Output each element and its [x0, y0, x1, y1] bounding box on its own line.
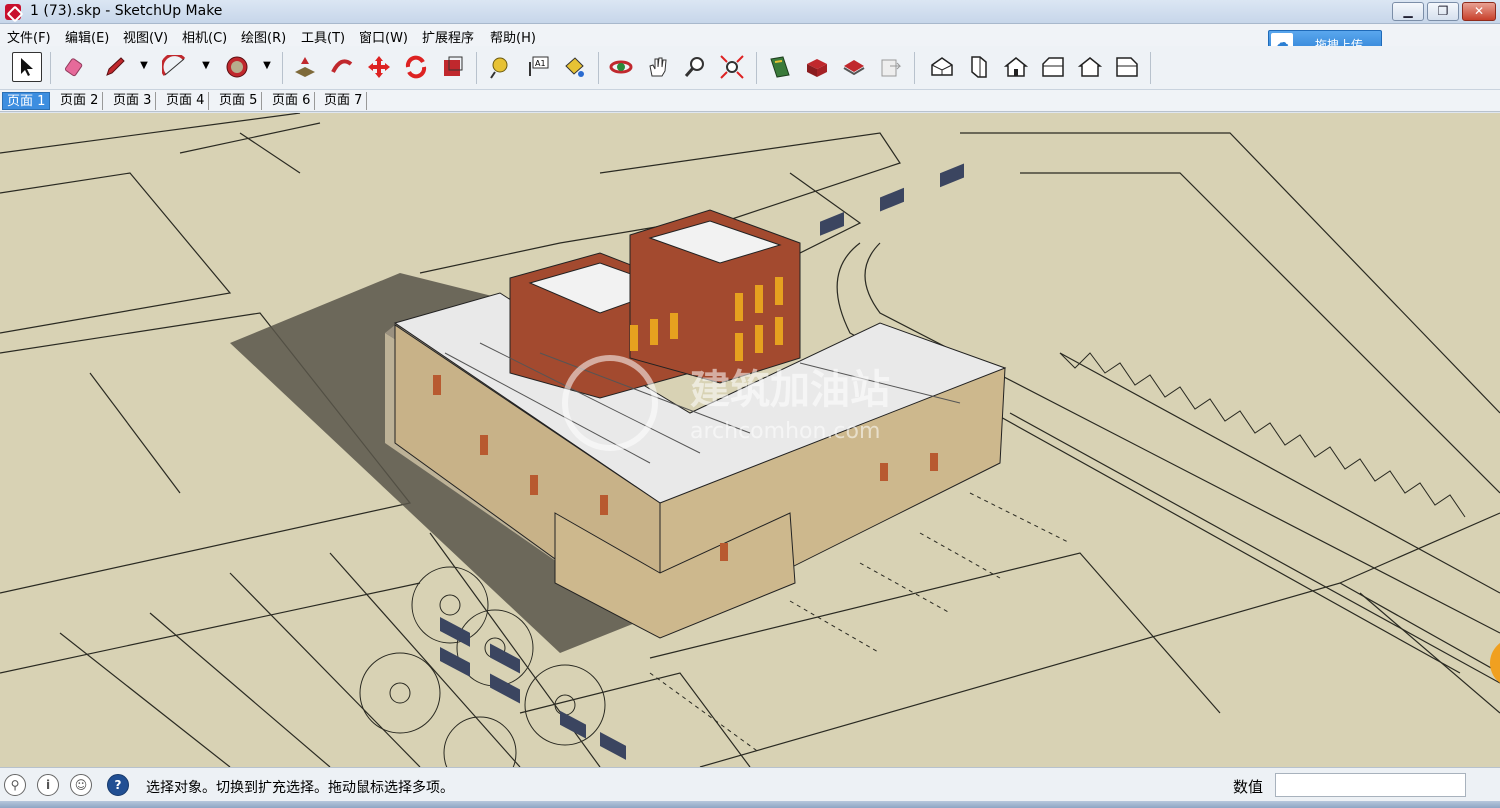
window-title: 1 (73).skp - SketchUp Make: [30, 3, 223, 19]
toolbar-separator: [914, 52, 915, 84]
model-viewport[interactable]: 建筑加油站 archcomhon.com: [0, 113, 1500, 767]
tape-measure-icon[interactable]: [485, 52, 515, 82]
menu-view[interactable]: 视图(V): [123, 27, 168, 46]
credits-icon[interactable]: i: [37, 774, 59, 796]
close-button[interactable]: ✕: [1462, 2, 1496, 21]
geo-location-icon[interactable]: ⚲: [4, 774, 26, 796]
orbit-icon[interactable]: [606, 52, 636, 82]
scene-tabs: 页面 1 页面 2 页面 3 页面 4 页面 5 页面 6 页面 7: [0, 90, 1500, 112]
menu-draw[interactable]: 绘图(R): [241, 27, 286, 46]
menu-help[interactable]: 帮助(H): [490, 27, 536, 46]
left-view-icon[interactable]: [1112, 52, 1142, 82]
minimize-button[interactable]: ▁: [1392, 2, 1424, 21]
sketchup-logo-icon: [5, 4, 21, 20]
toolbar-separator: [1150, 52, 1151, 84]
menu-camera[interactable]: 相机(C): [182, 27, 227, 46]
zoom-extents-icon[interactable]: [717, 52, 747, 82]
back-view-icon[interactable]: [1075, 52, 1105, 82]
status-message: 选择对象。切换到扩充选择。拖动鼠标选择多项。: [146, 780, 454, 796]
watermark-en: archcomhon.com: [690, 419, 880, 444]
measurements-input[interactable]: [1275, 773, 1466, 797]
arc-icon[interactable]: [160, 52, 190, 82]
help-icon[interactable]: ?: [107, 774, 129, 796]
move-icon[interactable]: [364, 52, 394, 82]
toolbar-separator: [282, 52, 283, 84]
polygon-icon[interactable]: [222, 52, 252, 82]
status-bar: ⚲ i ☺ ? 选择对象。切换到扩充选择。拖动鼠标选择多项。 数值: [0, 767, 1500, 801]
toolbar-separator: [598, 52, 599, 84]
menu-window[interactable]: 窗口(W): [359, 27, 408, 46]
front-view-icon[interactable]: [1001, 52, 1031, 82]
tab-scene-2[interactable]: 页面 2: [56, 92, 104, 110]
zoom-icon[interactable]: [680, 52, 710, 82]
tab-scene-6[interactable]: 页面 6: [268, 92, 316, 110]
layout-icon[interactable]: [839, 52, 869, 82]
paint-bucket-icon[interactable]: [559, 52, 589, 82]
text-tool-icon[interactable]: A1: [522, 52, 552, 82]
toolbar-separator: [756, 52, 757, 84]
right-view-icon[interactable]: [1038, 52, 1068, 82]
title-bar: 1 (73).skp - SketchUp Make ▁ ❐ ✕: [0, 0, 1500, 24]
menu-file[interactable]: 文件(F): [7, 27, 51, 46]
maximize-button[interactable]: ❐: [1427, 2, 1459, 21]
toolbar: ▼ ▼ ▼ A1: [0, 46, 1500, 90]
chevron-down-icon[interactable]: ▼: [138, 60, 150, 72]
watermark-cn: 建筑加油站: [690, 367, 890, 413]
tab-scene-7[interactable]: 页面 7: [320, 92, 368, 110]
os-taskbar: [0, 801, 1500, 808]
tab-scene-5[interactable]: 页面 5: [215, 92, 263, 110]
svg-text:A1: A1: [535, 59, 546, 68]
menu-tools[interactable]: 工具(T): [301, 27, 345, 46]
tab-scene-4[interactable]: 页面 4: [162, 92, 210, 110]
user-account-icon[interactable]: ☺: [70, 774, 92, 796]
chevron-down-icon[interactable]: ▼: [261, 60, 273, 72]
send-to-layout-icon[interactable]: [876, 52, 906, 82]
toolbar-separator: [476, 52, 477, 84]
pencil-icon[interactable]: [100, 52, 130, 82]
rotate-icon[interactable]: [401, 52, 431, 82]
pan-hand-icon[interactable]: [643, 52, 673, 82]
toolbar-separator: [50, 52, 51, 84]
scale-icon[interactable]: [438, 52, 468, 82]
menu-extensions[interactable]: 扩展程序: [422, 27, 474, 46]
3d-warehouse-icon[interactable]: [765, 52, 795, 82]
chevron-down-icon[interactable]: ▼: [200, 60, 212, 72]
tab-scene-3[interactable]: 页面 3: [109, 92, 157, 110]
eraser-icon[interactable]: [60, 52, 90, 82]
measurements-label: 数值: [1233, 778, 1264, 796]
push-pull-icon[interactable]: [290, 52, 320, 82]
tab-scene-1[interactable]: 页面 1: [2, 92, 51, 110]
top-view-icon[interactable]: [964, 52, 994, 82]
extension-warehouse-icon[interactable]: [802, 52, 832, 82]
follow-me-icon[interactable]: [327, 52, 357, 82]
iso-view-icon[interactable]: [927, 52, 957, 82]
model-canvas[interactable]: 建筑加油站 archcomhon.com: [0, 113, 1500, 767]
select-tool-icon[interactable]: [12, 52, 42, 82]
menu-edit[interactable]: 编辑(E): [65, 27, 109, 46]
